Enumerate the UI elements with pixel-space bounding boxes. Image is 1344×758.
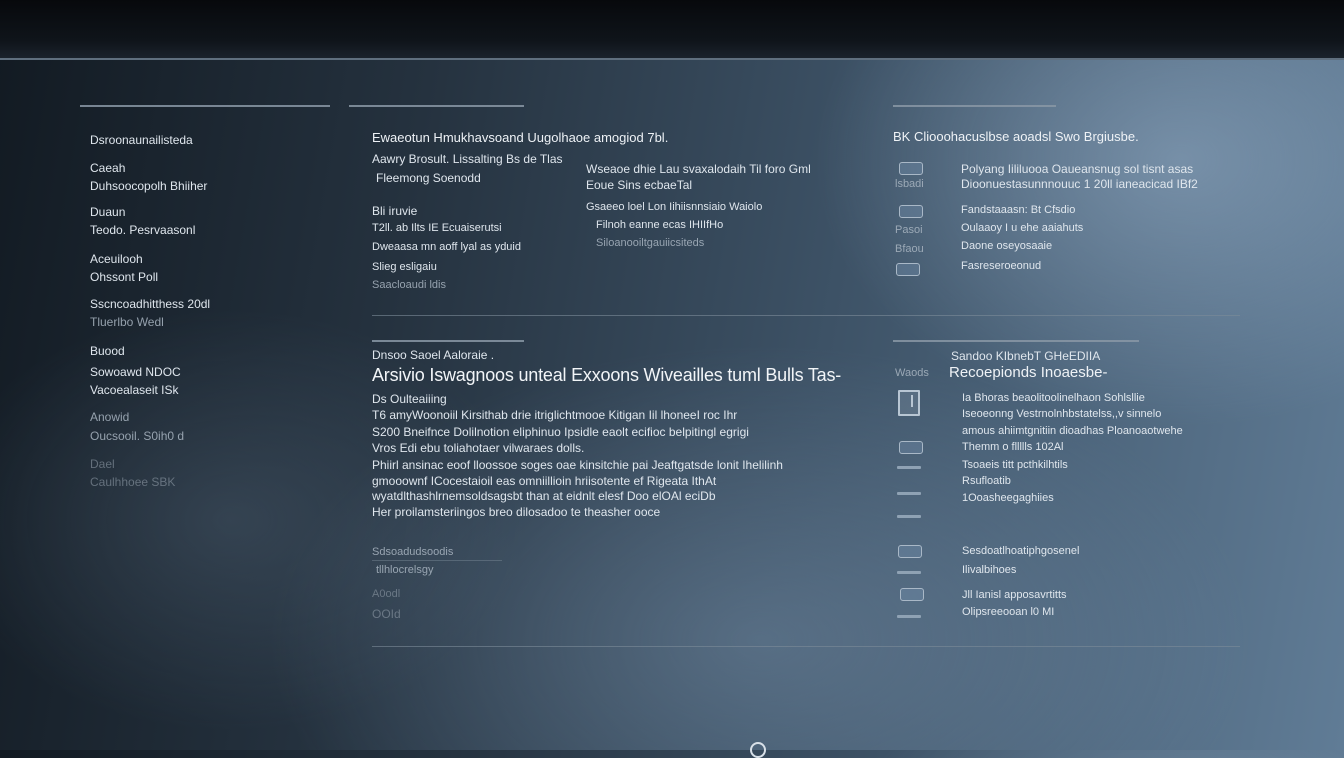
link-underline [372, 560, 502, 561]
status-bar-icon [897, 515, 921, 518]
sidebar-divider [80, 105, 330, 107]
sidebar-item[interactable]: Buood [90, 344, 125, 358]
info-line: Fleemong Soenodd [376, 171, 481, 185]
paragraph-line: Her proilamsteriingos breo dilosadoo te … [372, 505, 661, 519]
icon-caption: lsbadi [895, 178, 924, 190]
sidebar-item[interactable]: Sowoawd NDOC [90, 365, 181, 379]
sidebar-item[interactable]: Dael [90, 457, 115, 471]
paragraph-line: wyatdlthashlrnemsoldsagsbt than at eidnl… [372, 489, 716, 503]
paragraph-line: Vros Edi ebu toliahotaer vilwaraes dolls… [372, 441, 585, 455]
row-title[interactable]: Daone oseyosaaie [961, 240, 1052, 253]
footer-link[interactable]: Sdsoadudsoodis [372, 546, 453, 559]
info-line: Saacloaudi ldis [372, 279, 446, 291]
sidebar-item[interactable]: Caeah [90, 161, 125, 175]
block-line: Tsoaeis titt pcthkilhtils [962, 459, 1068, 471]
paragraph-line: S200 Bneifnce Dolilnotion eliphinuo Ipsi… [372, 425, 749, 439]
sidebar-item[interactable]: Vacoealaseit ISk [90, 383, 179, 397]
status-bar-icon [897, 492, 921, 495]
block-line: Iseoeonng Vestrnolnhbstatelss,,v sinnelo [962, 408, 1162, 420]
sidebar-item[interactable]: Ohssont Poll [90, 270, 158, 284]
sidebar-item[interactable]: Dsroonaunailisteda [90, 133, 193, 147]
section-heading: Sandoo KIbnebT GHeEDIIA [951, 349, 1101, 363]
section-divider [372, 646, 1240, 647]
info-line: Eoue Sins ecbaeTal [586, 178, 693, 192]
footer-title[interactable]: Jll Ianisl apposavrtitts [962, 589, 1067, 602]
sidebar-item[interactable]: Duaun [90, 205, 125, 219]
section-divider [893, 340, 1139, 342]
paragraph-line: gmooownf ICocestaioil eas omniillioin hr… [372, 474, 717, 488]
sidebar-item[interactable]: Caulhhoee SBK [90, 475, 175, 489]
info-line: T2ll. ab Ilts IE Ecuaiserutsi [372, 222, 502, 234]
row-title[interactable]: Fandstaaasn: Bt Cfsdio [961, 204, 1075, 217]
device-icon[interactable] [899, 205, 923, 218]
info-line: Slieg esligaiu [372, 261, 437, 273]
sidebar-item[interactable]: Aceuilooh [90, 252, 143, 266]
block-line: 1Ooasheegaghiies [962, 492, 1054, 504]
headline: Arsivio Iswagnoos unteal Exxoons Wiveail… [372, 365, 842, 385]
paragraph-line: T6 amyWoonoiil Kirsithab drie itriglicht… [372, 408, 738, 422]
row-title[interactable]: Fasreseroeonud [961, 260, 1041, 273]
section-subheading: Recoepionds Inoaesbe- [949, 364, 1108, 381]
block-line: Themm o fllllls 102Al [962, 441, 1064, 453]
info-line: Aawry Brosult. Lissalting Bs de Tlas [372, 152, 563, 166]
device-icon[interactable] [899, 162, 923, 175]
status-bar-icon [897, 571, 921, 574]
device-icon[interactable] [899, 441, 923, 454]
section-prefix: Waods [895, 367, 929, 379]
sidebar-item[interactable]: Teodo. Pesrvaasonl [90, 223, 195, 237]
info-line: Gsaeeo loel Lon Iihiisnnsiaio Waiolo [586, 201, 763, 213]
sidebar-item[interactable]: Anowid [90, 410, 129, 424]
icon-caption: Pasoi [895, 224, 923, 236]
info-line: Wseaoe dhie Lau svaxalodaih Til foro Gml [586, 162, 811, 176]
footer-subtitle: Ilivalbihoes [962, 564, 1017, 576]
section-heading: Ewaeotun Hmukhavsoand Uugolhaoe amogiod … [372, 130, 669, 145]
top-toolbar [0, 0, 1344, 60]
sub-label: Ds Oulteaiiing [372, 392, 447, 406]
icon-caption: Bfaou [895, 243, 924, 255]
sidebar-item[interactable]: Oucsooil. S0ih0 d [90, 429, 184, 443]
device-icon[interactable] [896, 263, 920, 276]
block-line: Ia Bhoras beaolitoolinelhaon Sohlsllie [962, 392, 1145, 404]
row-title[interactable]: Polyang Iililuooa Oaueansnug sol tisnt a… [961, 162, 1193, 176]
sidebar-item[interactable]: Tluerlbo Wedl [90, 315, 164, 329]
info-line: Siloanooiltgauiicsiteds [596, 237, 705, 249]
column-divider [349, 105, 524, 107]
section-divider [372, 340, 524, 342]
block-line: amous ahiimtgnitiin dioadhas Ploanoaotwe… [962, 425, 1183, 437]
footer-link[interactable]: A0odl [372, 588, 400, 601]
row-subtitle: Dioonuestasunnnouuc 1 20ll ianeacicad IB… [961, 177, 1198, 191]
footer-title[interactable]: Sesdoatlhoatiphgosenel [962, 545, 1079, 558]
device-icon[interactable] [900, 588, 924, 601]
status-bar-icon [897, 466, 921, 469]
footer-link[interactable]: OOId [372, 607, 401, 621]
scroll-indicator-icon[interactable] [750, 742, 766, 758]
device-icon[interactable] [898, 545, 922, 558]
footer-subtitle: Olipsreeooan l0 MI [962, 606, 1055, 618]
document-icon[interactable] [898, 390, 920, 416]
sidebar-item[interactable]: Duhsoocopolh Bhiiher [90, 179, 207, 193]
column-divider [893, 105, 1056, 107]
info-line: Filnoh eanne ecas IHIIfHo [596, 219, 724, 231]
section-heading: BK Cliooohacuslbse aoadsl Swo Brgiusbe. [893, 129, 1139, 144]
info-line: Dweaasa mn aoff lyal as yduid [372, 241, 521, 253]
paragraph-line: Phiirl ansinac eoof lloossoe soges oae k… [372, 458, 783, 472]
info-line: Bli iruvie [372, 204, 418, 218]
sidebar-item[interactable]: Sscncoadhitthess 20dl [90, 297, 210, 311]
block-line: Rsufloatib [962, 475, 1011, 487]
footer-link[interactable]: tllhlocrelsgy [376, 564, 433, 577]
row-subtitle: Oulaaoy I u ehe aaiahuts [961, 222, 1084, 234]
section-divider [372, 315, 1240, 316]
status-bar-icon [897, 615, 921, 618]
section-label: Dnsoo Saoel Aaloraie . [372, 348, 495, 362]
